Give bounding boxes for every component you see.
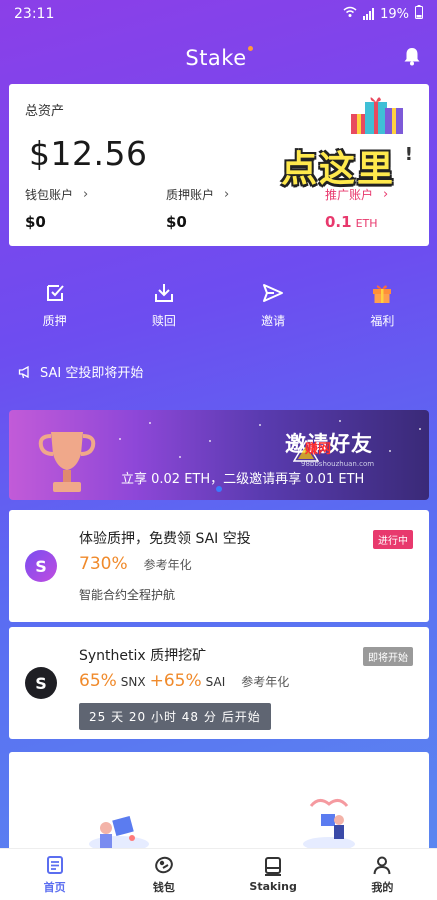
stake-action[interactable]: 质押 (5, 282, 105, 332)
tab-home[interactable]: 首页 (0, 849, 109, 900)
pool-rate-value: 730% (79, 554, 128, 574)
logo-dot (247, 45, 253, 51)
redeem-icon (154, 284, 173, 302)
pool-rate: 65% SNX +65% SAI 参考年化 (79, 671, 289, 691)
invite-action[interactable]: 邀请 (223, 282, 323, 332)
stake-action-label: 质押 (42, 314, 67, 328)
wallet-account-value: $0 (25, 213, 46, 231)
welfare-action-label: 福利 (370, 314, 395, 328)
watermark-text: 赚网 (305, 442, 332, 457)
pool-card-experience[interactable]: S 体验质押，免费领 SAI 空投 进行中 730% 参考年化 智能合约全程护航 (9, 510, 429, 622)
battery-icon (415, 5, 423, 23)
tab-home-label: 首页 (43, 880, 66, 894)
watermark-url: 98bbshouzhuan.com (301, 460, 375, 468)
invite-banner[interactable]: 邀请好友 赚网 98bbshouzhuan.com 立享 0.02 ETH，二级… (9, 410, 429, 500)
chevron-right-icon: › (224, 187, 230, 202)
wallet-icon (155, 856, 173, 873)
invite-icon (263, 284, 284, 302)
signal-icon (363, 8, 375, 20)
sai-token-icon: S (25, 550, 57, 582)
welfare-action[interactable]: 福利 (332, 282, 432, 332)
gift-boxes-icon[interactable] (349, 94, 407, 136)
banner-subtitle: 立享 0.02 ETH，二级邀请再享 0.01 ETH (121, 472, 365, 487)
home-icon (46, 855, 63, 874)
app-title: Stake (185, 46, 247, 70)
megaphone-icon (18, 365, 29, 378)
staked-account[interactable]: 质押账户 › $0 (166, 186, 229, 231)
promo-account-value: 0.1 ETH (325, 213, 378, 231)
bottom-promo-card[interactable] (9, 752, 429, 852)
status-icons: 19% (343, 5, 423, 23)
tab-wallet-label: 钱包 (152, 880, 175, 894)
asset-card: 总资产 $12.56 点这里 ! 钱包账户 › $0 质押账户 › $0 推广账户 ›… (9, 84, 429, 246)
pool-card-synthetix[interactable]: S Synthetix 质押挖矿 即将开始 65% SNX +65% SAI 参… (9, 627, 429, 739)
carousel-dot[interactable] (216, 486, 222, 492)
exclamation-mark: ! (404, 144, 413, 165)
pool-rate: 730% 参考年化 (79, 554, 192, 574)
notice-bar[interactable]: SAI 空投即将开始 (18, 362, 143, 381)
chevron-right-icon: › (383, 187, 389, 202)
status-bar: 23:11 19% (0, 0, 437, 28)
bottom-tab-bar: 首页 钱包 Staking 我的 (0, 848, 437, 900)
pool-note: 智能合约全程护航 (79, 588, 176, 602)
status-badge: 进行中 (373, 530, 413, 549)
chevron-right-icon: › (83, 187, 89, 202)
click-here-overlay[interactable]: 点这里 (281, 140, 395, 192)
staked-account-value: $0 (166, 213, 187, 231)
illustration-right (303, 799, 355, 851)
bell-icon[interactable] (403, 46, 421, 66)
battery-text: 19% (380, 6, 409, 22)
wallet-account[interactable]: 钱包账户 › $0 (25, 186, 88, 231)
pool-token-b: SAI (205, 675, 226, 689)
tab-profile-label: 我的 (371, 880, 394, 894)
pool-name: Synthetix 质押挖矿 (79, 648, 207, 664)
snx-token-icon: S (25, 667, 57, 699)
tab-staking-label: Staking (249, 880, 297, 893)
asset-title: 总资产 (25, 104, 65, 119)
countdown-timer: 25 天 20 小时 48 分 后开始 (79, 703, 271, 730)
promo-account-unit: ETH (355, 217, 378, 230)
pool-token-a: SNX (120, 675, 146, 689)
pool-rate-ref: 参考年化 (143, 558, 192, 572)
illustration-left (89, 815, 149, 852)
pool-rate-ref: 参考年化 (241, 675, 290, 689)
carousel-dots (9, 486, 429, 492)
tab-profile[interactable]: 我的 (328, 849, 437, 900)
invite-action-label: 邀请 (261, 314, 286, 328)
tab-staking[interactable]: Staking (219, 849, 328, 900)
stake-icon (46, 285, 64, 301)
quick-actions: 质押 赎回 邀请 福利 (0, 282, 437, 332)
notice-text: SAI 空投即将开始 (40, 366, 144, 381)
tab-wallet[interactable]: 钱包 (109, 849, 218, 900)
wallet-account-label: 钱包账户 (25, 188, 74, 202)
pool-name: 体验质押，免费领 SAI 空投 (79, 531, 251, 547)
redeem-action-label: 赎回 (151, 314, 176, 328)
staking-icon (265, 857, 282, 876)
asset-total: $12.56 (29, 134, 148, 173)
status-badge: 即将开始 (363, 647, 413, 666)
redeem-action[interactable]: 赎回 (114, 282, 214, 332)
promo-account[interactable]: 推广账户 › 0.1 ETH (325, 186, 388, 231)
profile-icon (373, 856, 391, 874)
gift-icon (373, 285, 392, 303)
pool-rate-a: 65% (79, 671, 117, 691)
app-header: Stake (0, 38, 437, 78)
staked-account-label: 质押账户 (166, 188, 215, 202)
wifi-icon (343, 6, 357, 22)
promo-account-label: 推广账户 (325, 188, 374, 202)
status-time: 23:11 (14, 6, 55, 22)
pool-rate-b: +65% (149, 671, 202, 691)
